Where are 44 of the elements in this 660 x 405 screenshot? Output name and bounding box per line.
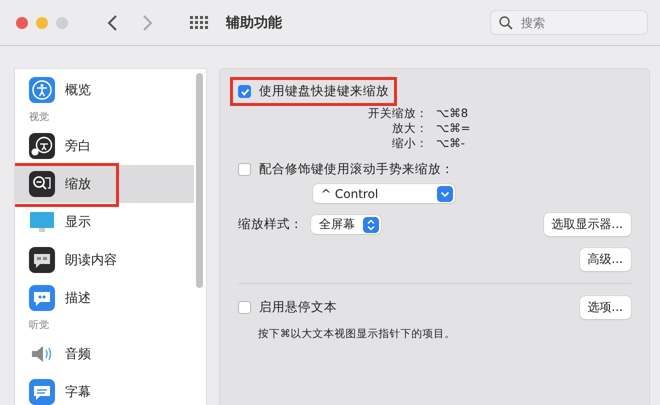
shortcut-name: 放大： bbox=[391, 121, 428, 136]
search-icon bbox=[499, 16, 513, 30]
checkbox-label: 使用键盘快捷键来缩放 bbox=[259, 83, 389, 100]
checkbox[interactable] bbox=[238, 301, 251, 314]
section-header: 听觉 bbox=[28, 319, 50, 333]
search-field[interactable]: 搜索 bbox=[490, 10, 648, 35]
checkbox-label: 启用悬停文本 bbox=[259, 299, 337, 316]
zoom-style-dropdown[interactable]: 全屏幕 bbox=[311, 215, 381, 234]
magnifier-icon bbox=[29, 171, 55, 197]
checkbox[interactable] bbox=[238, 85, 251, 98]
hint-text: 按下⌘以大文本视图显示指针下的项目。 bbox=[258, 327, 456, 341]
advanced-button[interactable]: 高级... bbox=[580, 248, 631, 271]
scrollbar[interactable] bbox=[196, 73, 203, 288]
sidebar-item[interactable]: 概览 bbox=[15, 71, 194, 109]
shortcut-keys: ⌥⌘8 bbox=[436, 106, 631, 121]
sidebar-item[interactable]: 朗读内容 bbox=[15, 241, 194, 279]
sidebar-item[interactable]: 显示 bbox=[15, 203, 194, 241]
options-button[interactable]: 选项... bbox=[580, 296, 631, 319]
shortcut-name: 开关缩放： bbox=[367, 106, 428, 121]
accessibility-speaker-icon bbox=[29, 133, 55, 159]
checkbox-label: 配合修饰键使用滚动手势来缩放： bbox=[259, 161, 454, 178]
modifier-dropdown[interactable]: ^ Control bbox=[313, 184, 455, 203]
section-header: 视觉 bbox=[28, 110, 50, 125]
shortcut-keys: ⌥⌘- bbox=[436, 136, 631, 151]
minimize-button[interactable] bbox=[36, 16, 48, 28]
shortcut-name: 缩小： bbox=[391, 136, 428, 151]
zoom-button[interactable] bbox=[56, 16, 68, 28]
checkbox[interactable] bbox=[238, 163, 251, 176]
monitor-icon bbox=[29, 209, 55, 235]
accessibility-icon bbox=[29, 77, 55, 103]
sidebar-item[interactable]: 音频 bbox=[15, 335, 194, 373]
zoom-style-label: 缩放样式： bbox=[238, 216, 303, 233]
chevron-down-icon bbox=[437, 186, 453, 202]
chevron-up-down-icon bbox=[363, 216, 379, 232]
close-button[interactable] bbox=[16, 16, 28, 28]
grid-icon[interactable] bbox=[190, 16, 208, 30]
sidebar-item[interactable]: 旁白 bbox=[15, 127, 194, 165]
sidebar-item[interactable]: 字幕 bbox=[15, 373, 194, 405]
speech-bubble-icon bbox=[29, 285, 55, 311]
window-title: 辅助功能 bbox=[226, 14, 282, 32]
choose-display-button[interactable]: 选取显示器... bbox=[544, 213, 631, 236]
speech-bubble-icon bbox=[29, 247, 55, 273]
shortcut-keys: ⌥⌘= bbox=[436, 121, 631, 136]
sidebar-item[interactable]: 描述 bbox=[15, 279, 194, 317]
